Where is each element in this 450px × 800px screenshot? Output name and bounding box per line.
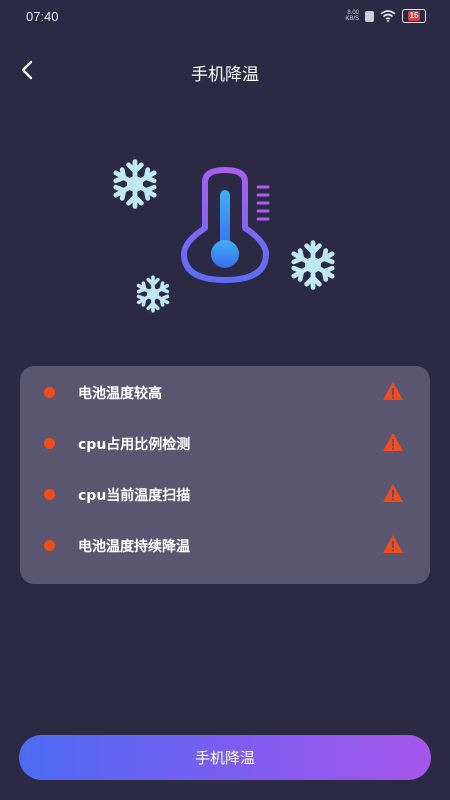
list-item: cpu当前温度扫描 bbox=[20, 474, 430, 514]
status-icons: 8.00 KB/S 15 bbox=[345, 9, 426, 23]
status-dot bbox=[44, 489, 55, 500]
cooling-illustration bbox=[100, 150, 350, 320]
snowflake-icon bbox=[116, 162, 154, 207]
snowflake-icon bbox=[136, 275, 170, 313]
list-item-label: cpu占用比例检测 bbox=[78, 437, 191, 453]
warning-icon bbox=[383, 484, 403, 502]
warning-icon bbox=[383, 382, 403, 400]
status-bar: 07:40 8.00 KB/S 15 bbox=[0, 0, 450, 32]
network-speed-unit: KB/S bbox=[345, 16, 359, 22]
warning-icon bbox=[383, 433, 403, 451]
battery-level: 15 bbox=[407, 11, 421, 21]
status-dot bbox=[44, 540, 55, 551]
battery-icon: 15 bbox=[402, 9, 426, 23]
status-dot bbox=[44, 438, 55, 449]
status-dot bbox=[44, 387, 55, 398]
cool-down-button[interactable]: 手机降温 bbox=[19, 735, 431, 780]
list-item: cpu占用比例检测 bbox=[20, 423, 430, 463]
wifi-icon bbox=[380, 10, 396, 22]
list-item-label: cpu当前温度扫描 bbox=[78, 488, 191, 504]
list-item-label: 电池温度较高 bbox=[78, 386, 162, 402]
header: 手机降温 bbox=[0, 50, 450, 90]
check-list-card: 电池温度较高 cpu占用比例检测 cpu当前温度扫描 电池温度持续降温 bbox=[20, 366, 430, 584]
thermometer-icon bbox=[181, 167, 270, 283]
page-title: 手机降温 bbox=[191, 65, 259, 85]
status-time: 07:40 bbox=[26, 9, 59, 24]
list-item: 电池温度持续降温 bbox=[20, 525, 430, 565]
sim-card-icon bbox=[365, 10, 374, 22]
list-item: 电池温度较高 bbox=[20, 372, 430, 412]
network-speed: 8.00 KB/S bbox=[345, 10, 359, 22]
list-item-label: 电池温度持续降温 bbox=[78, 539, 190, 555]
warning-icon bbox=[383, 535, 403, 553]
snowflake-icon bbox=[294, 243, 332, 288]
